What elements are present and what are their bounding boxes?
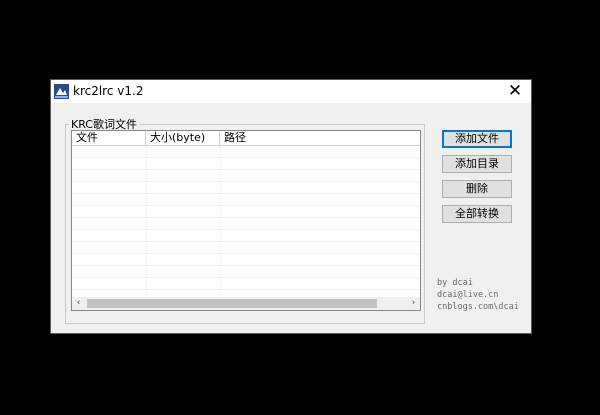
window-title: krc2lrc v1.2 (73, 84, 144, 98)
list-body[interactable] (72, 146, 420, 296)
column-divider (146, 146, 147, 296)
empty-row (72, 158, 420, 170)
empty-row (72, 278, 420, 290)
horizontal-scrollbar[interactable]: ‹ › (72, 297, 420, 310)
credit-email: dcai@live.cn (437, 290, 499, 300)
credit-author: by dcai (437, 278, 473, 288)
empty-row (72, 206, 420, 218)
scroll-right-icon[interactable]: › (407, 297, 420, 310)
empty-row (72, 254, 420, 266)
empty-row (72, 230, 420, 242)
empty-row (72, 218, 420, 230)
close-icon: ✕ (507, 81, 523, 101)
credit-blog: cnblogs.com\dcai (437, 302, 519, 312)
app-icon (54, 84, 69, 99)
empty-row (72, 266, 420, 278)
empty-row (72, 242, 420, 254)
title-bar[interactable]: krc2lrc v1.2 ✕ (51, 80, 531, 103)
column-header-size[interactable]: 大小(byte) (146, 131, 220, 145)
close-button[interactable]: ✕ (499, 80, 531, 103)
empty-row (72, 194, 420, 206)
convert-all-button[interactable]: 全部转换 (442, 205, 512, 223)
add-file-button[interactable]: 添加文件 (442, 130, 512, 148)
file-list[interactable]: 文件 大小(byte) 路径 ‹ › (71, 130, 421, 311)
scrollbar-thumb[interactable] (87, 299, 377, 308)
column-header-path[interactable]: 路径 (220, 131, 420, 145)
delete-button[interactable]: 删除 (442, 180, 512, 198)
scroll-left-icon[interactable]: ‹ (72, 297, 85, 310)
app-window: krc2lrc v1.2 ✕ KRC歌词文件 文件 大小(byte) 路径 ‹ … (50, 79, 532, 334)
empty-row (72, 146, 420, 158)
empty-row (72, 170, 420, 182)
column-header-file[interactable]: 文件 (72, 131, 146, 145)
add-directory-button[interactable]: 添加目录 (442, 155, 512, 173)
column-divider (220, 146, 221, 296)
empty-row (72, 182, 420, 194)
list-header: 文件 大小(byte) 路径 (72, 131, 420, 146)
